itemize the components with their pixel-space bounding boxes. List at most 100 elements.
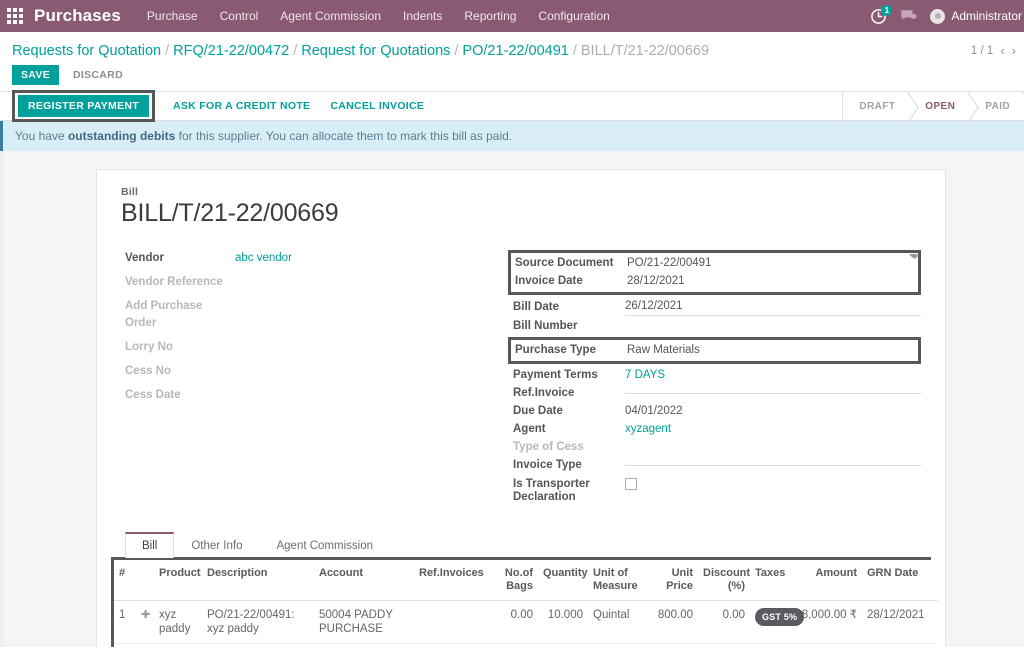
field-vendor-reference[interactable]: Vendor Reference (125, 268, 511, 291)
chevron-right-icon[interactable]: › (1012, 43, 1016, 58)
is-transporter-checkbox[interactable] (625, 478, 637, 490)
field-is-transporter-declaration[interactable]: Is Transporter Declaration (513, 477, 921, 505)
menu-item-indents[interactable]: Indents (403, 0, 442, 32)
status-open[interactable]: OPEN (909, 92, 969, 122)
save-button[interactable]: SAVE (12, 65, 59, 85)
field-source-document-value[interactable]: PO/21-22/00491 (627, 255, 914, 271)
drag-handle-icon[interactable]: ✚ (136, 601, 154, 644)
field-lorry-no-value[interactable] (235, 333, 511, 350)
invoice-lines-annotation: # Product Description Account Ref.Invoic… (111, 557, 931, 647)
field-invoice-date-value[interactable]: 28/12/2021 (627, 273, 914, 289)
col-no-of-bags: No.of Bags (494, 560, 538, 601)
breadcrumb-item-rfq[interactable]: RFQ/21-22/00472 (173, 43, 289, 59)
field-lorry-no-label: Lorry No (125, 339, 235, 356)
field-payment-terms-value[interactable]: 7 DAYS (625, 367, 921, 383)
ask-for-credit-note-button[interactable]: ASK FOR A CREDIT NOTE (163, 96, 320, 116)
field-cess-date-label: Cess Date (125, 387, 235, 404)
field-vendor[interactable]: Vendor abc vendor (125, 250, 511, 267)
table-empty-row (114, 644, 938, 648)
menu-item-agent-commission[interactable]: Agent Commission (280, 0, 381, 32)
source-document-annotation: Source Document PO/21-22/00491 Invoice D… (508, 250, 921, 295)
breadcrumb-item-requests-for-quotation[interactable]: Requests for Quotation (12, 43, 161, 59)
chevron-down-icon[interactable] (909, 254, 917, 258)
field-cess-no-label: Cess No (125, 363, 235, 380)
field-purchase-type[interactable]: Purchase Type Raw Materials (515, 341, 914, 359)
tab-bill[interactable]: Bill (125, 532, 174, 558)
field-ref-invoice-value[interactable] (625, 392, 921, 394)
breadcrumb-item-request-for-quotations[interactable]: Request for Quotations (301, 43, 450, 59)
tab-agent-commission[interactable]: Agent Commission (259, 532, 390, 558)
field-type-of-cess[interactable]: Type of Cess (513, 438, 921, 456)
chevron-left-icon[interactable]: ‹ (1000, 43, 1004, 58)
field-vendor-reference-label: Vendor Reference (125, 274, 235, 291)
field-cess-no-value[interactable] (235, 357, 511, 374)
field-due-date-value[interactable]: 04/01/2022 (625, 403, 921, 419)
field-invoice-type[interactable]: Invoice Type (513, 456, 921, 474)
clock-activity-icon[interactable]: 1 (870, 8, 887, 25)
field-due-date[interactable]: Due Date 04/01/2022 (513, 402, 921, 420)
col-unit-price: Unit Price (646, 560, 698, 601)
cell-grn-date[interactable]: 28/12/2021 (862, 601, 938, 644)
scrollbar[interactable] (0, 151, 4, 647)
user-name-label: Administrator (951, 9, 1022, 23)
status-paid[interactable]: PAID (969, 92, 1024, 122)
field-vendor-value[interactable]: abc vendor (235, 250, 511, 267)
field-invoice-date-label: Invoice Date (515, 273, 627, 289)
field-cess-date[interactable]: Cess Date (125, 381, 511, 404)
field-agent-value[interactable]: xyzagent (625, 421, 921, 437)
field-agent[interactable]: Agent xyzagent (513, 420, 921, 438)
form-left-column: Vendor abc vendor Vendor Reference Add P… (121, 250, 511, 405)
field-invoice-date[interactable]: Invoice Date 28/12/2021 (515, 272, 914, 290)
breadcrumb-item-po[interactable]: PO/21-22/00491 (462, 43, 568, 59)
tab-other-info[interactable]: Other Info (174, 532, 259, 558)
col-account: Account (314, 560, 414, 601)
cell-ref-invoices[interactable] (414, 601, 494, 644)
table-row[interactable]: 1 ✚ xyz paddy PO/21-22/00491: xyz paddy … (114, 601, 938, 644)
top-navbar: Purchases Purchase Control Agent Commiss… (0, 0, 1024, 32)
cancel-invoice-button[interactable]: CANCEL INVOICE (320, 96, 434, 116)
col-unit-of-measure: Unit of Measure (588, 560, 646, 601)
discard-button[interactable]: DISCARD (71, 65, 125, 85)
field-vendor-reference-value[interactable] (235, 268, 511, 285)
field-purchase-type-value[interactable]: Raw Materials (627, 342, 914, 358)
form-content-area: Bill BILL/T/21-22/00669 Vendor abc vendo… (0, 151, 1024, 647)
cell-quantity[interactable]: 10.000 (538, 601, 588, 644)
field-ref-invoice[interactable]: Ref.Invoice (513, 384, 921, 402)
cell-product[interactable]: xyz paddy (154, 601, 202, 644)
menu-item-control[interactable]: Control (220, 0, 259, 32)
cell-discount[interactable]: 0.00 (698, 601, 750, 644)
field-cess-date-value[interactable] (235, 381, 511, 398)
status-draft[interactable]: DRAFT (843, 92, 909, 122)
field-bill-number[interactable]: Bill Number (513, 317, 921, 335)
field-lorry-no[interactable]: Lorry No (125, 333, 511, 356)
menu-item-purchase[interactable]: Purchase (147, 0, 198, 32)
breadcrumb-separator: / (454, 43, 458, 59)
field-add-purchase-order-value[interactable] (235, 292, 511, 309)
cell-unit-of-measure[interactable]: Quintal (588, 601, 646, 644)
status-badge: GST 5% (755, 608, 804, 626)
cell-no-of-bags[interactable]: 0.00 (494, 601, 538, 644)
app-brand-title[interactable]: Purchases (34, 6, 121, 26)
field-payment-terms[interactable]: Payment Terms 7 DAYS (513, 366, 921, 384)
apps-grid-icon[interactable] (6, 7, 24, 25)
navbar-right-tools: 1 Administrator (870, 0, 1024, 32)
cell-unit-price[interactable]: 800.00 (646, 601, 698, 644)
field-bill-date[interactable]: Bill Date 26/12/2021 (513, 297, 921, 317)
user-menu[interactable]: Administrator (930, 9, 1022, 24)
register-payment-button[interactable]: REGISTER PAYMENT (18, 95, 149, 117)
outstanding-debits-alert: You have outstanding debits for this sup… (0, 121, 1024, 151)
field-invoice-type-value[interactable] (625, 464, 921, 466)
cell-taxes[interactable]: GST 5% (750, 601, 796, 644)
breadcrumb-current: BILL/T/21-22/00669 (581, 43, 709, 59)
cell-account[interactable]: 50004 PADDY PURCHASE (314, 601, 414, 644)
field-bill-date-value[interactable]: 26/12/2021 (625, 298, 921, 316)
field-add-purchase-order[interactable]: Add Purchase Order (125, 292, 511, 332)
menu-item-reporting[interactable]: Reporting (464, 0, 516, 32)
cell-description[interactable]: PO/21-22/00491: xyz paddy (202, 601, 314, 644)
field-cess-no[interactable]: Cess No (125, 357, 511, 380)
breadcrumb-separator: / (293, 43, 297, 59)
menu-item-configuration[interactable]: Configuration (538, 0, 609, 32)
field-source-document[interactable]: Source Document PO/21-22/00491 (515, 254, 914, 272)
field-source-document-label: Source Document (515, 255, 627, 271)
chat-bubble-icon[interactable] (900, 9, 917, 23)
